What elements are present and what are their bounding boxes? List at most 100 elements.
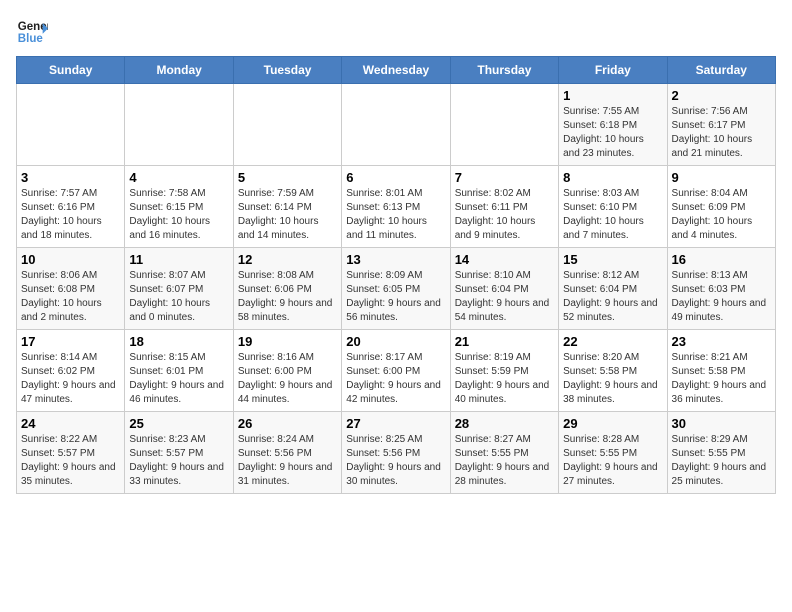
day-header-wednesday: Wednesday (342, 57, 450, 84)
day-number: 16 (672, 252, 771, 267)
day-info: Sunrise: 7:55 AM Sunset: 6:18 PM Dayligh… (563, 105, 662, 161)
day-number: 10 (21, 252, 120, 267)
day-info: Sunrise: 8:17 AM Sunset: 6:00 PM Dayligh… (346, 351, 445, 407)
day-number: 25 (129, 416, 228, 431)
svg-text:Blue: Blue (18, 33, 44, 45)
day-info: Sunrise: 7:57 AM Sunset: 6:16 PM Dayligh… (21, 187, 120, 243)
day-cell: 20 Sunrise: 8:17 AM Sunset: 6:00 PM Dayli… (342, 330, 450, 412)
day-number: 9 (672, 170, 771, 185)
day-info: Sunrise: 8:02 AM Sunset: 6:11 PM Dayligh… (455, 187, 554, 243)
day-number: 15 (563, 252, 662, 267)
day-cell: 9 Sunrise: 8:04 AM Sunset: 6:09 PM Daylig… (667, 166, 775, 248)
calendar-header: SundayMondayTuesdayWednesdayThursdayFrid… (17, 57, 776, 84)
day-info: Sunrise: 8:01 AM Sunset: 6:13 PM Dayligh… (346, 187, 445, 243)
day-info: Sunrise: 8:15 AM Sunset: 6:01 PM Dayligh… (129, 351, 228, 407)
day-cell (125, 84, 233, 166)
day-number: 11 (129, 252, 228, 267)
day-cell: 28 Sunrise: 8:27 AM Sunset: 5:55 PM Dayli… (450, 412, 558, 494)
header: General Blue (16, 16, 776, 48)
day-cell: 7Sunrise: 8:02 AM Sunset: 6:11 PM Daylig… (450, 166, 558, 248)
day-number: 26 (238, 416, 337, 431)
day-info: Sunrise: 8:29 AM Sunset: 5:55 PM Dayligh… (672, 433, 771, 489)
day-cell (17, 84, 125, 166)
day-cell: 19 Sunrise: 8:16 AM Sunset: 6:00 PM Dayli… (233, 330, 341, 412)
day-number: 4 (129, 170, 228, 185)
day-header-sunday: Sunday (17, 57, 125, 84)
day-cell: 6Sunrise: 8:01 AM Sunset: 6:13 PM Daylig… (342, 166, 450, 248)
day-info: Sunrise: 7:59 AM Sunset: 6:14 PM Dayligh… (238, 187, 337, 243)
day-cell: 18Sunrise: 8:15 AM Sunset: 6:01 PM Dayli… (125, 330, 233, 412)
day-info: Sunrise: 8:27 AM Sunset: 5:55 PM Dayligh… (455, 433, 554, 489)
day-number: 22 (563, 334, 662, 349)
day-number: 14 (455, 252, 554, 267)
day-number: 1 (563, 88, 662, 103)
day-cell: 27Sunrise: 8:25 AM Sunset: 5:56 PM Dayli… (342, 412, 450, 494)
day-number: 3 (21, 170, 120, 185)
day-cell: 22 Sunrise: 8:20 AM Sunset: 5:58 PM Dayli… (559, 330, 667, 412)
day-cell: 13 Sunrise: 8:09 AM Sunset: 6:05 PM Dayli… (342, 248, 450, 330)
day-cell: 4 Sunrise: 7:58 AM Sunset: 6:15 PM Daylig… (125, 166, 233, 248)
day-info: Sunrise: 8:28 AM Sunset: 5:55 PM Dayligh… (563, 433, 662, 489)
day-cell: 24 Sunrise: 8:22 AM Sunset: 5:57 PM Dayli… (17, 412, 125, 494)
day-info: Sunrise: 8:12 AM Sunset: 6:04 PM Dayligh… (563, 269, 662, 325)
day-number: 2 (672, 88, 771, 103)
week-row-2: 3 Sunrise: 7:57 AM Sunset: 6:16 PM Daylig… (17, 166, 776, 248)
day-cell: 29 Sunrise: 8:28 AM Sunset: 5:55 PM Dayli… (559, 412, 667, 494)
week-row-1: 1 Sunrise: 7:55 AM Sunset: 6:18 PM Daylig… (17, 84, 776, 166)
day-number: 20 (346, 334, 445, 349)
day-number: 30 (672, 416, 771, 431)
day-header-saturday: Saturday (667, 57, 775, 84)
day-cell: 21Sunrise: 8:19 AM Sunset: 5:59 PM Dayli… (450, 330, 558, 412)
day-number: 19 (238, 334, 337, 349)
day-cell (233, 84, 341, 166)
day-info: Sunrise: 7:58 AM Sunset: 6:15 PM Dayligh… (129, 187, 228, 243)
day-cell: 30 Sunrise: 8:29 AM Sunset: 5:55 PM Dayli… (667, 412, 775, 494)
day-header-tuesday: Tuesday (233, 57, 341, 84)
logo: General Blue (16, 16, 52, 48)
day-number: 29 (563, 416, 662, 431)
day-number: 13 (346, 252, 445, 267)
day-info: Sunrise: 8:06 AM Sunset: 6:08 PM Dayligh… (21, 269, 120, 325)
day-cell: 11 Sunrise: 8:07 AM Sunset: 6:07 PM Dayli… (125, 248, 233, 330)
day-header-thursday: Thursday (450, 57, 558, 84)
header-row: SundayMondayTuesdayWednesdayThursdayFrid… (17, 57, 776, 84)
day-cell: 10 Sunrise: 8:06 AM Sunset: 6:08 PM Dayli… (17, 248, 125, 330)
day-number: 17 (21, 334, 120, 349)
day-number: 28 (455, 416, 554, 431)
day-number: 5 (238, 170, 337, 185)
day-cell: 12 Sunrise: 8:08 AM Sunset: 6:06 PM Dayli… (233, 248, 341, 330)
day-info: Sunrise: 8:20 AM Sunset: 5:58 PM Dayligh… (563, 351, 662, 407)
day-info: Sunrise: 8:13 AM Sunset: 6:03 PM Dayligh… (672, 269, 771, 325)
day-info: Sunrise: 8:09 AM Sunset: 6:05 PM Dayligh… (346, 269, 445, 325)
day-cell: 25 Sunrise: 8:23 AM Sunset: 5:57 PM Dayli… (125, 412, 233, 494)
day-cell: 17Sunrise: 8:14 AM Sunset: 6:02 PM Dayli… (17, 330, 125, 412)
day-info: Sunrise: 8:16 AM Sunset: 6:00 PM Dayligh… (238, 351, 337, 407)
day-info: Sunrise: 8:08 AM Sunset: 6:06 PM Dayligh… (238, 269, 337, 325)
calendar-body: 1 Sunrise: 7:55 AM Sunset: 6:18 PM Daylig… (17, 84, 776, 494)
day-cell: 1 Sunrise: 7:55 AM Sunset: 6:18 PM Daylig… (559, 84, 667, 166)
day-cell: 14 Sunrise: 8:10 AM Sunset: 6:04 PM Dayli… (450, 248, 558, 330)
day-number: 12 (238, 252, 337, 267)
day-number: 24 (21, 416, 120, 431)
week-row-5: 24 Sunrise: 8:22 AM Sunset: 5:57 PM Dayli… (17, 412, 776, 494)
day-header-friday: Friday (559, 57, 667, 84)
day-info: Sunrise: 8:04 AM Sunset: 6:09 PM Dayligh… (672, 187, 771, 243)
day-number: 8 (563, 170, 662, 185)
calendar-table: SundayMondayTuesdayWednesdayThursdayFrid… (16, 56, 776, 494)
day-cell: 26 Sunrise: 8:24 AM Sunset: 5:56 PM Dayli… (233, 412, 341, 494)
day-info: Sunrise: 8:10 AM Sunset: 6:04 PM Dayligh… (455, 269, 554, 325)
day-info: Sunrise: 8:22 AM Sunset: 5:57 PM Dayligh… (21, 433, 120, 489)
day-info: Sunrise: 8:25 AM Sunset: 5:56 PM Dayligh… (346, 433, 445, 489)
day-cell: 15 Sunrise: 8:12 AM Sunset: 6:04 PM Dayli… (559, 248, 667, 330)
day-cell: 2 Sunrise: 7:56 AM Sunset: 6:17 PM Daylig… (667, 84, 775, 166)
day-info: Sunrise: 8:07 AM Sunset: 6:07 PM Dayligh… (129, 269, 228, 325)
day-cell: 3 Sunrise: 7:57 AM Sunset: 6:16 PM Daylig… (17, 166, 125, 248)
week-row-3: 10 Sunrise: 8:06 AM Sunset: 6:08 PM Dayli… (17, 248, 776, 330)
day-info: Sunrise: 8:24 AM Sunset: 5:56 PM Dayligh… (238, 433, 337, 489)
day-cell (342, 84, 450, 166)
day-number: 23 (672, 334, 771, 349)
day-cell: 5 Sunrise: 7:59 AM Sunset: 6:14 PM Daylig… (233, 166, 341, 248)
day-info: Sunrise: 7:56 AM Sunset: 6:17 PM Dayligh… (672, 105, 771, 161)
day-info: Sunrise: 8:23 AM Sunset: 5:57 PM Dayligh… (129, 433, 228, 489)
day-info: Sunrise: 8:21 AM Sunset: 5:58 PM Dayligh… (672, 351, 771, 407)
